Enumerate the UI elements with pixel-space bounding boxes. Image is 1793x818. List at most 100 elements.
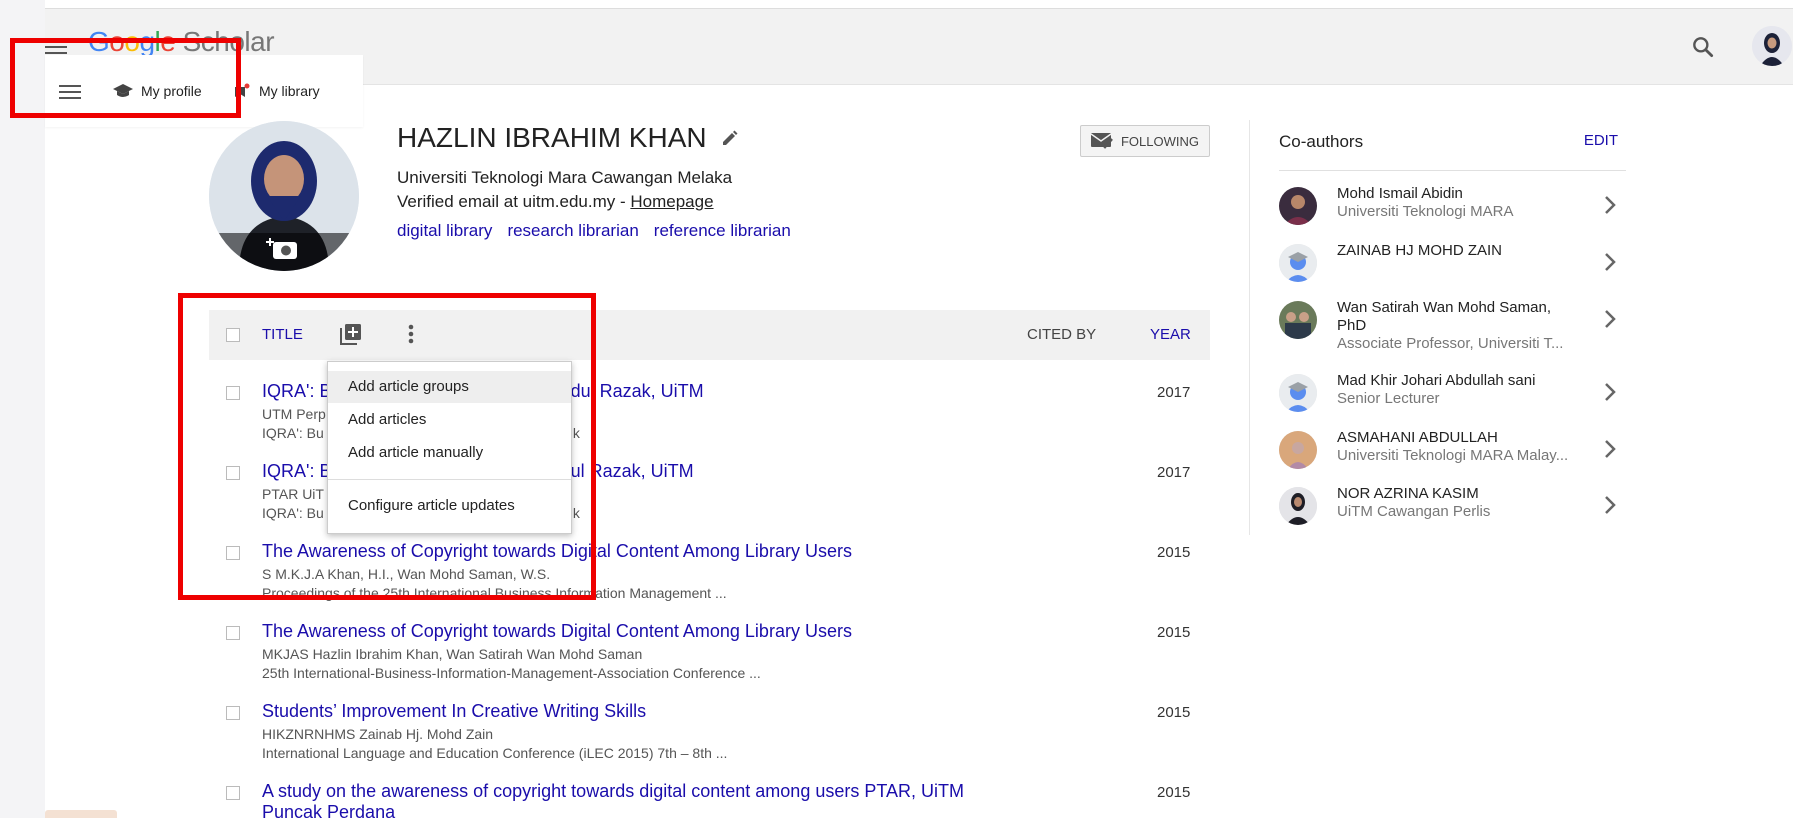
menu-configure-article-updates[interactable]: Configure article updates xyxy=(328,490,571,522)
my-profile-link[interactable]: My profile xyxy=(113,83,202,99)
cited-by-header[interactable]: CITED BY xyxy=(1027,326,1096,343)
coauthor-affiliation: UiTM Cawangan Perlis xyxy=(1337,503,1491,520)
left-strip xyxy=(0,0,45,818)
coauthor-avatar xyxy=(1279,187,1317,225)
coauthor-name: Mohd Ismail Abidin xyxy=(1337,185,1463,202)
sort-by-year[interactable]: YEAR xyxy=(1150,326,1191,343)
coauthor-row[interactable]: NOR AZRINA KASIM UiTM Cawangan Perlis xyxy=(1279,485,1626,543)
coauthor-avatar xyxy=(1279,244,1317,282)
article-checkbox[interactable] xyxy=(226,466,240,480)
article-authors: HIKZNRNHMS Zainab Hj. Mohd Zain xyxy=(262,726,494,742)
profile-name: HAZLIN IBRAHIM KHAN xyxy=(397,122,739,154)
coauthor-name: NOR AZRINA KASIM xyxy=(1337,485,1479,502)
hamburger-icon[interactable] xyxy=(59,81,81,103)
library-star-icon xyxy=(235,83,250,97)
coauthor-avatar xyxy=(1279,431,1317,469)
coauthor-name: Wan Satirah Wan Mohd Saman, PhD xyxy=(1337,299,1551,334)
article-year: 2015 xyxy=(1157,544,1191,561)
tag-reference-librarian[interactable]: reference librarian xyxy=(654,221,791,240)
tag-research-librarian[interactable]: research librarian xyxy=(507,221,638,240)
article-row: Students’ Improvement In Creative Writin… xyxy=(209,701,1210,781)
chevron-right-icon xyxy=(1605,440,1616,458)
coauthor-avatar xyxy=(1279,301,1317,339)
coauthor-avatar xyxy=(1279,374,1317,412)
coauthor-affiliation: Senior Lecturer xyxy=(1337,390,1440,407)
coauthors-title: Co-authors xyxy=(1279,132,1364,151)
article-authors: UTM Perp xyxy=(262,406,326,422)
article-venue: International Language and Education Con… xyxy=(262,745,728,761)
search-icon[interactable] xyxy=(1690,34,1716,60)
select-all-checkbox[interactable] xyxy=(226,328,240,342)
add-article-dropdown: Add article groups Add articles Add arti… xyxy=(327,361,572,534)
article-year: 2017 xyxy=(1157,384,1191,401)
email-text: Verified email at uitm.edu.my - xyxy=(397,192,631,211)
article-checkbox[interactable] xyxy=(226,786,240,800)
chevron-right-icon xyxy=(1605,310,1616,328)
article-venue: Proceedings of the 25th International Bu… xyxy=(262,585,727,601)
graduation-cap-icon xyxy=(113,84,133,97)
coauthor-row[interactable]: ASMAHANI ABDULLAH Universiti Teknologi M… xyxy=(1279,429,1626,487)
coauthors-panel: Co-authors EDIT Mohd Ismail Abidin Unive… xyxy=(1249,120,1626,535)
coauthor-affiliation: Universiti Teknologi MARA xyxy=(1337,203,1514,220)
article-authors: MKJAS Hazlin Ibrahim Khan, Wan Satirah W… xyxy=(262,646,643,662)
profile-name-text: HAZLIN IBRAHIM KHAN xyxy=(397,122,707,153)
article-authors: PTAR UiT xyxy=(262,486,324,502)
articles-table-header: TITLE CITED BY YEAR xyxy=(209,310,1210,360)
mail-check-icon xyxy=(1090,133,1113,149)
coauthor-affiliation: Universiti Teknologi MARA Malay... xyxy=(1337,447,1569,464)
my-library-link[interactable]: My library xyxy=(233,83,320,99)
homepage-link[interactable]: Homepage xyxy=(630,192,713,211)
coauthor-avatar xyxy=(1279,487,1317,525)
article-title[interactable]: A study on the awareness of copyright to… xyxy=(262,781,964,818)
chevron-right-icon xyxy=(1605,196,1616,214)
article-venue: 25th International-Business-Information-… xyxy=(262,665,761,681)
article-title[interactable]: The Awareness of Copyright towards Digit… xyxy=(262,621,852,642)
menu-bar: My profile My library xyxy=(45,55,363,127)
bottom-tab xyxy=(45,810,117,818)
article-row: The Awareness of Copyright towards Digit… xyxy=(209,621,1210,701)
following-button[interactable]: FOLLOWING xyxy=(1080,125,1210,157)
article-checkbox[interactable] xyxy=(226,386,240,400)
article-title[interactable]: Students’ Improvement In Creative Writin… xyxy=(262,701,646,722)
coauthors-edit-button[interactable]: EDIT xyxy=(1584,132,1618,149)
article-row: The Awareness of Copyright towards Digit… xyxy=(209,541,1210,621)
menu-add-articles[interactable]: Add articles xyxy=(328,404,571,436)
menu-add-article-manually[interactable]: Add article manually xyxy=(328,437,571,469)
article-title[interactable]: The Awareness of Copyright towards Digit… xyxy=(262,541,852,562)
chevron-right-icon xyxy=(1605,383,1616,401)
chevron-right-icon xyxy=(1605,496,1616,514)
coauthors-header: Co-authors EDIT xyxy=(1279,120,1626,171)
article-year: 2015 xyxy=(1157,624,1191,641)
coauthor-row[interactable]: Mohd Ismail Abidin Universiti Teknologi … xyxy=(1279,185,1626,243)
add-article-icon[interactable] xyxy=(340,323,362,350)
edit-pencil-icon[interactable] xyxy=(721,129,739,147)
coauthor-name: ASMAHANI ABDULLAH xyxy=(1337,429,1498,446)
more-vert-icon[interactable] xyxy=(407,323,415,350)
coauthor-name: ZAINAB HJ MOHD ZAIN xyxy=(1337,242,1503,259)
google-scholar-logo[interactable]: Google Scholar xyxy=(88,26,275,58)
coauthor-row[interactable]: Wan Satirah Wan Mohd Saman, PhD Associat… xyxy=(1279,299,1626,357)
profile-email: Verified email at uitm.edu.my - Homepage xyxy=(397,192,714,212)
article-authors: S M.K.J.A Khan, H.I., Wan Mohd Saman, W.… xyxy=(262,566,551,582)
my-library-label: My library xyxy=(259,83,320,99)
article-checkbox[interactable] xyxy=(226,706,240,720)
coauthor-row[interactable]: Mad Khir Johari Abdullah sani Senior Lec… xyxy=(1279,372,1626,430)
article-year: 2015 xyxy=(1157,704,1191,721)
tag-digital-library[interactable]: digital library xyxy=(397,221,492,240)
coauthor-row[interactable]: ZAINAB HJ MOHD ZAIN xyxy=(1279,242,1626,300)
following-label: FOLLOWING xyxy=(1120,133,1199,149)
profile-photo[interactable] xyxy=(209,121,359,271)
article-year: 2015 xyxy=(1157,784,1191,801)
account-avatar[interactable] xyxy=(1752,26,1792,66)
my-profile-label: My profile xyxy=(141,83,202,99)
chevron-right-icon xyxy=(1605,253,1616,271)
profile-affiliation: Universiti Teknologi Mara Cawangan Melak… xyxy=(397,168,733,187)
coauthor-name: Mad Khir Johari Abdullah sani xyxy=(1337,372,1536,389)
article-row: A study on the awareness of copyright to… xyxy=(209,781,1210,818)
article-checkbox[interactable] xyxy=(226,546,240,560)
coauthor-affiliation: Associate Professor, Universiti T... xyxy=(1337,335,1564,352)
sort-by-title[interactable]: TITLE xyxy=(262,326,303,343)
menu-add-article-groups[interactable]: Add article groups xyxy=(328,371,571,403)
menu-divider xyxy=(328,479,571,480)
article-checkbox[interactable] xyxy=(226,626,240,640)
